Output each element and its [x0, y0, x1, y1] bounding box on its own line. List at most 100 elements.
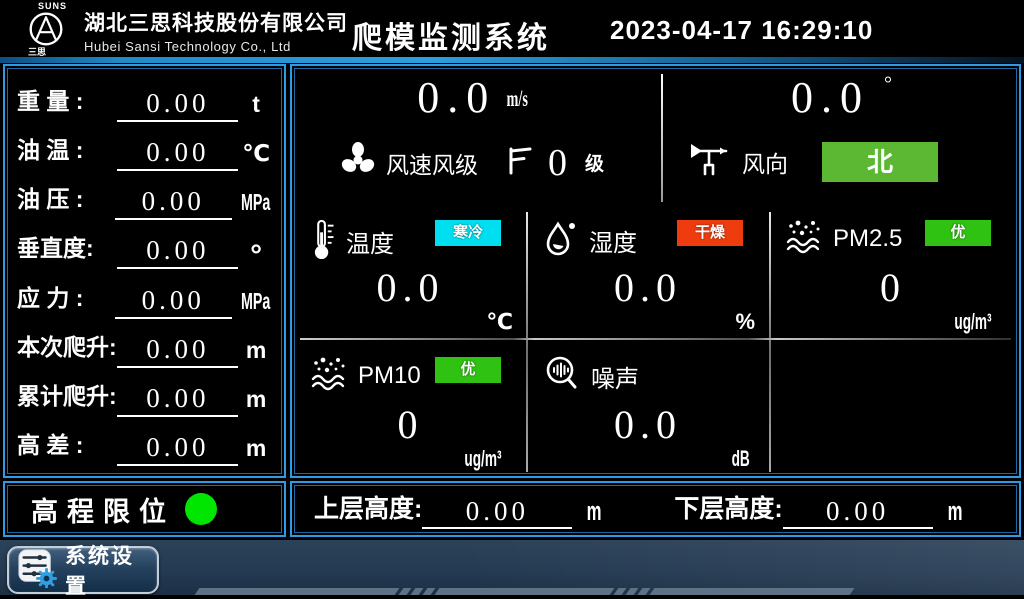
metric-label: 油 压 : — [17, 180, 115, 220]
sensor-value: 0.0 — [527, 264, 769, 311]
heights-box: 上层高度: 0.00 m 下层高度: 0.00 m — [290, 481, 1021, 537]
logo-suns-text: SUNS — [38, 1, 67, 11]
metrics-panel: 重 量 : 0.00 t 油 温 : 0.00 ℃ 油 压 : 0.00 MPa… — [3, 64, 286, 478]
metric-unit: m — [238, 337, 274, 368]
grid-vertical-divider — [769, 212, 771, 472]
elevation-limit-label: 高程限位 — [31, 490, 175, 529]
status-badge-good: 优 — [435, 357, 501, 383]
grid-vertical-divider — [526, 212, 528, 472]
sensor-value: 0.0 — [294, 264, 527, 311]
sensor-unit: ug/m³ — [464, 446, 501, 472]
metric-unit: MPa — [241, 288, 270, 315]
metric-unit: MPa — [241, 189, 270, 216]
wind-scale-unit: 级 — [585, 149, 604, 176]
sensor-unit: ug/m³ — [954, 309, 991, 335]
metric-label: 油 温 : — [17, 131, 117, 171]
upper-height-group: 上层高度: 0.00 m — [314, 489, 616, 529]
droplet-icon — [543, 218, 579, 263]
particles-icon — [785, 218, 823, 259]
sensor-unit: ℃ — [486, 309, 513, 335]
wind-direction-unit: ° — [884, 73, 892, 95]
sensor-value: 0 — [769, 264, 1017, 311]
sensor-cell-pm10: PM10 优 0 ug/m³ — [294, 339, 527, 476]
metric-value: 0.00 — [117, 383, 238, 417]
wind-direction-badge: 北 — [822, 142, 938, 182]
lower-height-group: 下层高度: 0.00 m — [674, 489, 976, 529]
noise-icon — [543, 355, 581, 398]
lower-height-label: 下层高度: — [674, 489, 782, 529]
elevation-limit-box: 高程限位 — [3, 481, 286, 537]
sensor-label: PM10 — [358, 362, 421, 390]
metric-row-weight: 重 量 : 0.00 t — [17, 76, 274, 122]
metric-row-verticality: 垂直度: 0.00 ° — [17, 223, 274, 269]
metric-value: 0.00 — [117, 235, 238, 269]
wind-speed-value-line: 0.0 m/s — [292, 72, 660, 123]
metric-label: 重 量 : — [17, 82, 117, 122]
company-logo: SUNS 三思 — [26, 1, 82, 57]
particles-icon — [310, 355, 348, 396]
upper-height-unit: m — [587, 496, 602, 527]
metric-row-total-climb: 累计爬升: 0.00 m — [17, 371, 274, 417]
metric-label: 垂直度: — [17, 229, 117, 269]
sensor-unit: % — [735, 309, 755, 335]
metric-value: 0.00 — [117, 432, 238, 466]
sensor-label: 温度 — [346, 224, 394, 259]
upper-height-label: 上层高度: — [314, 489, 422, 529]
metric-value: 0.00 — [117, 334, 238, 368]
wind-direction-value-line: 0.0 ° — [664, 72, 1019, 123]
status-badge-cold: 寒冷 — [435, 220, 501, 246]
settings-button-label: 系统设置 — [65, 540, 149, 599]
wind-speed-value: 0.0 — [417, 73, 496, 122]
metric-label: 本次爬升: — [17, 328, 117, 368]
settings-sliders-gear-icon — [17, 548, 57, 593]
sensor-label: 湿度 — [589, 223, 637, 258]
metric-unit: m — [238, 435, 274, 466]
metric-value: 0.00 — [117, 137, 238, 171]
datetime-display: 2023-04-17 16:29:10 — [610, 15, 873, 46]
environment-panel: 0.0 m/s 风速风级 — [290, 64, 1021, 478]
wind-speed-label: 风速风级 — [386, 146, 478, 180]
lower-height-value: 0.00 — [783, 496, 933, 529]
metric-label: 应 力 : — [17, 279, 115, 319]
wind-speed-section: 0.0 m/s 风速风级 — [292, 66, 660, 202]
wind-direction-value: 0.0 — [791, 73, 870, 122]
header-accent-bar — [0, 57, 1024, 63]
sensor-cell-humidity: 湿度 干燥 0.0 % — [527, 202, 769, 339]
sensor-value: 0 — [294, 401, 527, 448]
lower-height-unit: m — [947, 496, 962, 527]
wind-vane-icon — [688, 140, 734, 183]
footer-decoration-stripe — [197, 588, 852, 595]
metric-row-stress: 应 力 : 0.00 MPa — [17, 273, 274, 319]
wind-speed-unit: m/s — [507, 86, 528, 112]
wind-direction-section: 0.0 ° 风向 北 — [664, 66, 1019, 202]
company-name: 湖北三思科技股份有限公司 Hubei Sansi Technology Co.,… — [84, 7, 348, 54]
thermometer-icon — [310, 218, 336, 265]
wind-scale-value: 0 — [548, 141, 567, 185]
metric-unit: ℃ — [238, 140, 274, 171]
metric-label: 高 差 : — [17, 426, 117, 466]
wind-direction-label: 风向 — [742, 145, 788, 179]
sensor-value: 0.0 — [527, 401, 769, 448]
metric-row-current-climb: 本次爬升: 0.00 m — [17, 322, 274, 368]
fan-icon — [338, 140, 378, 185]
upper-height-value: 0.00 — [422, 496, 572, 529]
sensor-unit: dB — [731, 446, 749, 472]
elevation-limit-status-light — [185, 493, 217, 525]
company-name-cn: 湖北三思科技股份有限公司 — [84, 7, 348, 37]
wind-scale-row: 风速风级 0 级 — [338, 140, 604, 185]
company-name-en: Hubei Sansi Technology Co., Ltd — [84, 39, 348, 54]
metric-value: 0.00 — [115, 186, 232, 220]
system-settings-button[interactable]: 系统设置 — [7, 546, 159, 594]
page-title: 爬模监测系统 — [352, 13, 550, 57]
sensor-label: 噪声 — [591, 359, 639, 394]
sensor-label: PM2.5 — [833, 225, 902, 253]
status-badge-dry: 干燥 — [677, 220, 743, 246]
footer-bar: 系统设置 — [0, 540, 1024, 599]
metric-unit: ° — [238, 247, 274, 269]
sensor-cell-noise: 噪声 0.0 dB — [527, 339, 769, 476]
metric-row-oil-temp: 油 温 : 0.00 ℃ — [17, 125, 274, 171]
header: SUNS 三思 湖北三思科技股份有限公司 Hubei Sansi Technol… — [0, 0, 1024, 57]
monitoring-screen: SUNS 三思 湖北三思科技股份有限公司 Hubei Sansi Technol… — [0, 0, 1024, 599]
wind-scale-icon — [504, 143, 534, 182]
metric-value: 0.00 — [115, 285, 232, 319]
